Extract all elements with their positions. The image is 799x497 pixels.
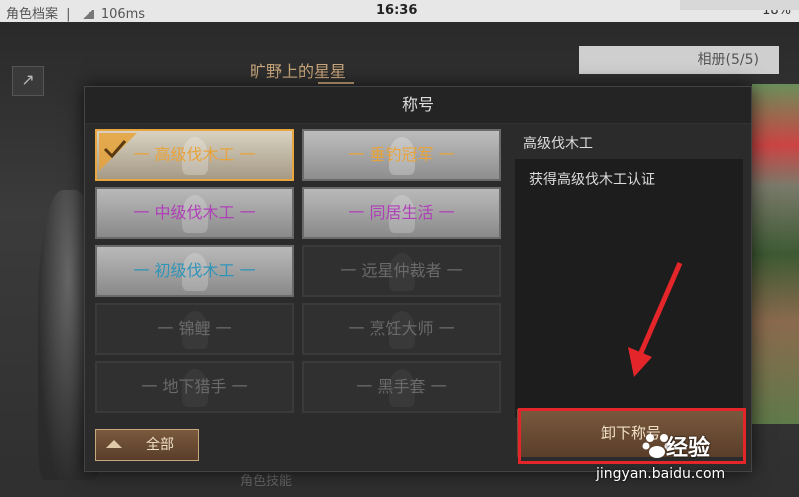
detail-title: 高级伐木工 xyxy=(523,136,593,152)
separator: | xyxy=(66,7,71,22)
title-card-label: 一 垂钓冠军 一 xyxy=(348,145,455,164)
title-modal: 称号 一 高级伐木工 一 一 垂钓冠军 一 一 中级伐木工 一 一 同居生活 一… xyxy=(84,86,752,472)
title-card[interactable]: 一 高级伐木工 一 xyxy=(95,129,294,181)
album-photo-strip[interactable] xyxy=(752,84,799,424)
title-card-label: 一 锦鲤 一 xyxy=(157,319,232,338)
ping-readout: 106ms xyxy=(100,7,146,22)
checkmark-icon xyxy=(99,133,137,171)
profile-name: 旷野上的星星 xyxy=(250,62,347,81)
share-icon: ↗ xyxy=(21,70,35,89)
top-frame-decoration xyxy=(680,0,799,10)
name-underline xyxy=(318,82,354,84)
title-card[interactable]: 一 垂钓冠军 一 xyxy=(302,129,501,181)
title-card[interactable]: 一 烹饪大师 一 xyxy=(302,303,501,355)
title-card-label: 一 远星仲裁者 一 xyxy=(340,261,463,280)
bottom-hint: 角色技能 xyxy=(240,474,293,489)
share-button[interactable]: ↗ xyxy=(12,66,44,96)
title-card[interactable]: 一 初级伐木工 一 xyxy=(95,245,294,297)
title-card-label: 一 中级伐木工 一 xyxy=(133,203,256,222)
caret-up-icon xyxy=(106,440,122,448)
title-card-label: 一 同居生活 一 xyxy=(348,203,455,222)
title-card[interactable]: 一 地下猎手 一 xyxy=(95,361,294,413)
title-card-label: 一 黑手套 一 xyxy=(356,377,447,396)
title-card[interactable]: 一 黑手套 一 xyxy=(302,361,501,413)
app-label: 角色档案 xyxy=(6,7,59,22)
title-detail-panel: 高级伐木工 获得高级伐木工认证 xyxy=(515,127,743,417)
status-left: 角色档案 | 106ms xyxy=(6,3,145,22)
all-button-label: 全部 xyxy=(146,437,174,453)
title-card-label: 一 烹饪大师 一 xyxy=(348,319,455,338)
detail-description: 获得高级伐木工认证 xyxy=(529,172,655,188)
title-card[interactable]: 一 中级伐木工 一 xyxy=(95,187,294,239)
modal-title: 称号 xyxy=(85,87,751,124)
title-card-label: 一 地下猎手 一 xyxy=(141,377,248,396)
title-card[interactable]: 一 同居生活 一 xyxy=(302,187,501,239)
album-tab[interactable]: 相册(5/5) xyxy=(579,46,779,74)
unequip-title-button[interactable]: 卸下称号 xyxy=(517,409,745,457)
title-card[interactable]: 一 远星仲裁者 一 xyxy=(302,245,501,297)
title-card[interactable]: 一 锦鲤 一 xyxy=(95,303,294,355)
title-card-label: 一 高级伐木工 一 xyxy=(133,145,256,164)
wifi-icon xyxy=(82,10,94,19)
title-grid: 一 高级伐木工 一 一 垂钓冠军 一 一 中级伐木工 一 一 同居生活 一 一 … xyxy=(95,129,505,417)
detail-box: 获得高级伐木工认证 xyxy=(515,159,743,417)
title-card-label: 一 初级伐木工 一 xyxy=(133,261,256,280)
clock: 16:36 xyxy=(376,3,418,18)
all-filter-button[interactable]: 全部 xyxy=(95,429,199,461)
